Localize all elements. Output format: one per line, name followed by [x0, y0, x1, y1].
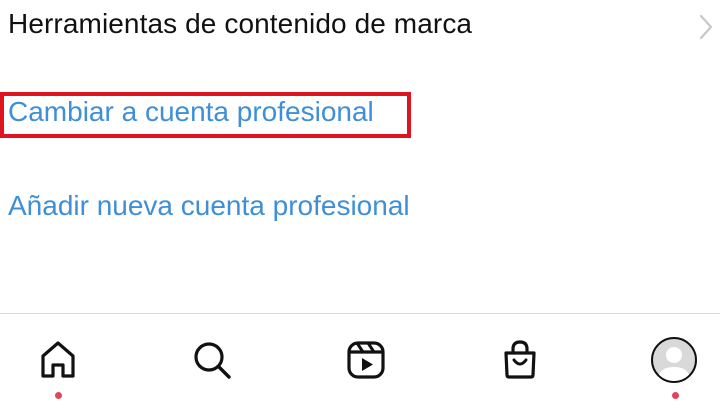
nav-home-button[interactable] [30, 332, 86, 388]
nav-profile-button[interactable] [646, 332, 702, 388]
default-avatar-icon [658, 347, 690, 381]
search-icon [194, 342, 231, 379]
switch-to-professional-label: Cambiar a cuenta profesional [8, 96, 374, 127]
add-professional-account-label: Añadir nueva cuenta profesional [8, 190, 410, 221]
switch-to-professional-link[interactable]: Cambiar a cuenta profesional [0, 92, 720, 140]
settings-item-label: Herramientas de contenido de marca [8, 8, 473, 39]
avatar [651, 337, 697, 383]
settings-item-brand-content-tools[interactable]: Herramientas de contenido de marca [0, 0, 720, 52]
reels-icon [347, 341, 385, 379]
chevron-right-icon [699, 14, 713, 40]
bottom-navigation-bar [0, 313, 720, 404]
nav-search-button[interactable] [184, 332, 240, 388]
home-notification-dot [55, 392, 62, 399]
nav-reels-button[interactable] [338, 332, 394, 388]
home-icon [41, 341, 75, 378]
shopping-bag-icon [504, 340, 536, 379]
nav-shop-button[interactable] [492, 332, 548, 388]
add-professional-account-link[interactable]: Añadir nueva cuenta profesional [0, 186, 720, 234]
profile-notification-dot [672, 392, 679, 399]
